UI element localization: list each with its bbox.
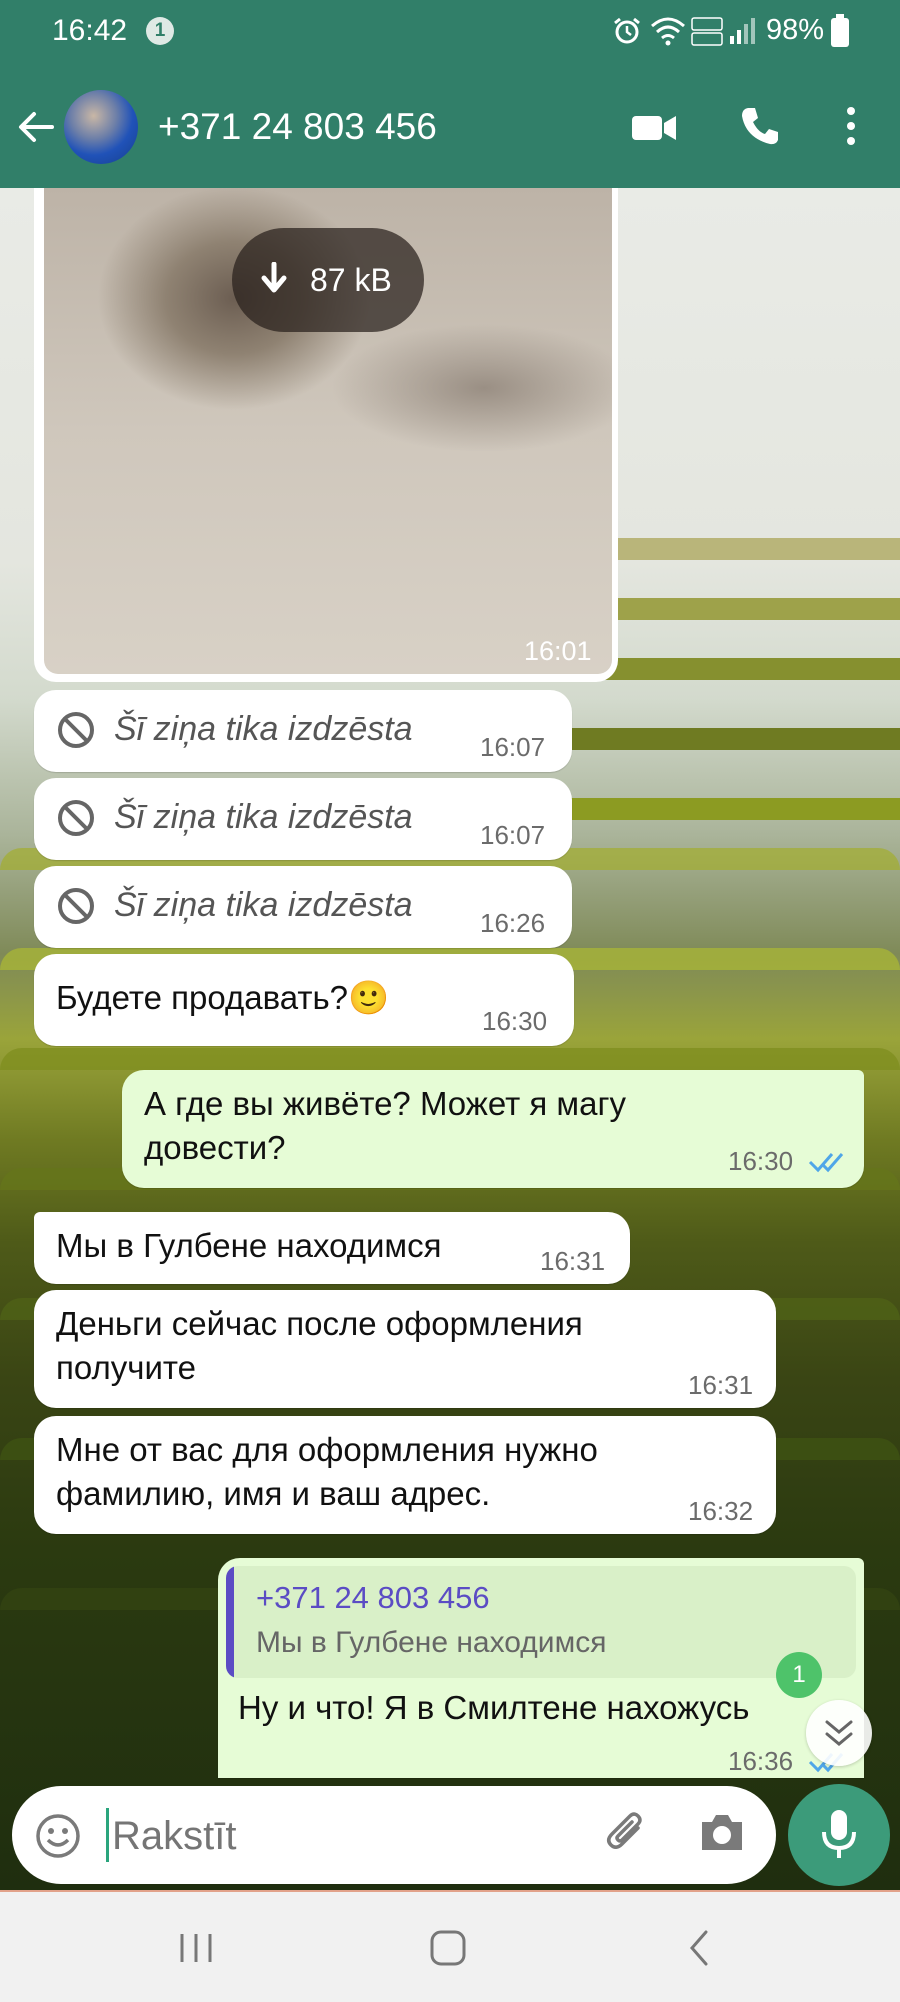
scroll-to-bottom-button[interactable]: [806, 1700, 872, 1766]
text-cursor: [106, 1808, 109, 1862]
message-text: Будете продавать?🙂: [56, 979, 390, 1016]
outgoing-message[interactable]: А где вы живëте? Может я магу довести? 1…: [122, 1070, 864, 1188]
double-chevron-down-icon: [825, 1720, 853, 1746]
quoted-text: Мы в Гулбене находимся: [256, 1626, 607, 1659]
recent-apps-icon[interactable]: [176, 1930, 216, 1966]
download-button[interactable]: 87 kB: [232, 228, 424, 332]
incoming-message[interactable]: Мне от вас для оформления нужно фамилию,…: [34, 1416, 776, 1534]
signal-icon: [730, 18, 755, 44]
deleted-message[interactable]: Šī ziņa tika izdzēsta 16:07: [34, 690, 572, 772]
download-size: 87 kB: [310, 262, 392, 298]
message-text: Деньги сейчас после оформления получите: [56, 1305, 583, 1386]
wifi-icon: [651, 17, 685, 46]
battery-icon: [831, 14, 849, 47]
deleted-message[interactable]: Šī ziņa tika izdzēsta 16:26: [34, 866, 572, 948]
message-time: 16:32: [688, 1496, 754, 1526]
contact-name[interactable]: +371 24 803 456: [158, 106, 437, 148]
back-nav-icon[interactable]: [684, 1928, 714, 1968]
attach-icon[interactable]: [600, 1808, 652, 1860]
voice-message-button[interactable]: [788, 1784, 890, 1886]
message-text: Мне от вас для оформления нужно фамилию,…: [56, 1431, 598, 1512]
read-receipt-icon: [808, 1153, 844, 1173]
message-time: 16:36: [728, 1746, 794, 1776]
phone-icon[interactable]: [738, 104, 782, 148]
emoji-icon[interactable]: [34, 1812, 82, 1860]
message-text: Мы в Гулбене находимся: [56, 1227, 442, 1264]
battery-percent: 98%: [766, 14, 825, 46]
deleted-message[interactable]: Šī ziņa tika izdzēsta 16:07: [34, 778, 572, 860]
media-time: 16:01: [524, 636, 592, 666]
blocked-icon: [58, 888, 94, 924]
message-text: Ну и что! Я в Смилтене нахожусь: [238, 1689, 750, 1726]
status-bar: 16:42 1 98%: [0, 0, 900, 62]
back-arrow-icon[interactable]: [16, 106, 58, 148]
incoming-message[interactable]: Деньги сейчас после оформления получите …: [34, 1290, 776, 1408]
message-time: 16:31: [688, 1370, 754, 1400]
incoming-message[interactable]: Будете продавать?🙂 16:30: [34, 954, 574, 1046]
microphone-icon: [822, 1810, 856, 1858]
message-time: 16:30: [728, 1146, 794, 1176]
blocked-icon: [58, 800, 94, 836]
camera-icon[interactable]: [698, 1810, 746, 1856]
volte-icon: [691, 17, 723, 46]
message-composer: [12, 1786, 776, 1884]
system-nav-bar: [0, 1890, 900, 2002]
message-text: Šī ziņa tika izdzēsta: [114, 886, 413, 924]
outgoing-reply-message[interactable]: +371 24 803 456 Мы в Гулбене находимся Н…: [218, 1558, 864, 1778]
message-time: 16:07: [480, 732, 546, 762]
quote-accent-bar: [226, 1566, 234, 1678]
message-time: 16:07: [480, 820, 546, 850]
incoming-message[interactable]: Мы в Гулбене находимся 16:31: [34, 1212, 630, 1284]
message-text: А где вы живëте? Может я магу довести?: [144, 1085, 627, 1166]
message-time: 16:30: [482, 1006, 548, 1036]
home-icon[interactable]: [428, 1928, 468, 1968]
message-text: Šī ziņa tika izdzēsta: [114, 710, 413, 748]
blocked-icon: [58, 712, 94, 748]
avatar[interactable]: [64, 90, 138, 164]
message-text: Šī ziņa tika izdzēsta: [114, 798, 413, 836]
quoted-author: +371 24 803 456: [256, 1580, 490, 1615]
unread-count-badge: 1: [776, 1652, 822, 1698]
more-options-icon[interactable]: [840, 104, 862, 148]
quoted-message[interactable]: +371 24 803 456 Мы в Гулбене находимся: [226, 1566, 856, 1678]
download-icon: [261, 262, 287, 293]
message-input[interactable]: [110, 1804, 574, 1868]
status-time: 16:42: [52, 14, 128, 47]
message-time: 16:26: [480, 908, 546, 938]
video-call-icon[interactable]: [630, 108, 678, 148]
message-time: 16:31: [540, 1246, 606, 1276]
alarm-icon: [614, 17, 640, 44]
notification-badge: 1: [146, 17, 174, 45]
